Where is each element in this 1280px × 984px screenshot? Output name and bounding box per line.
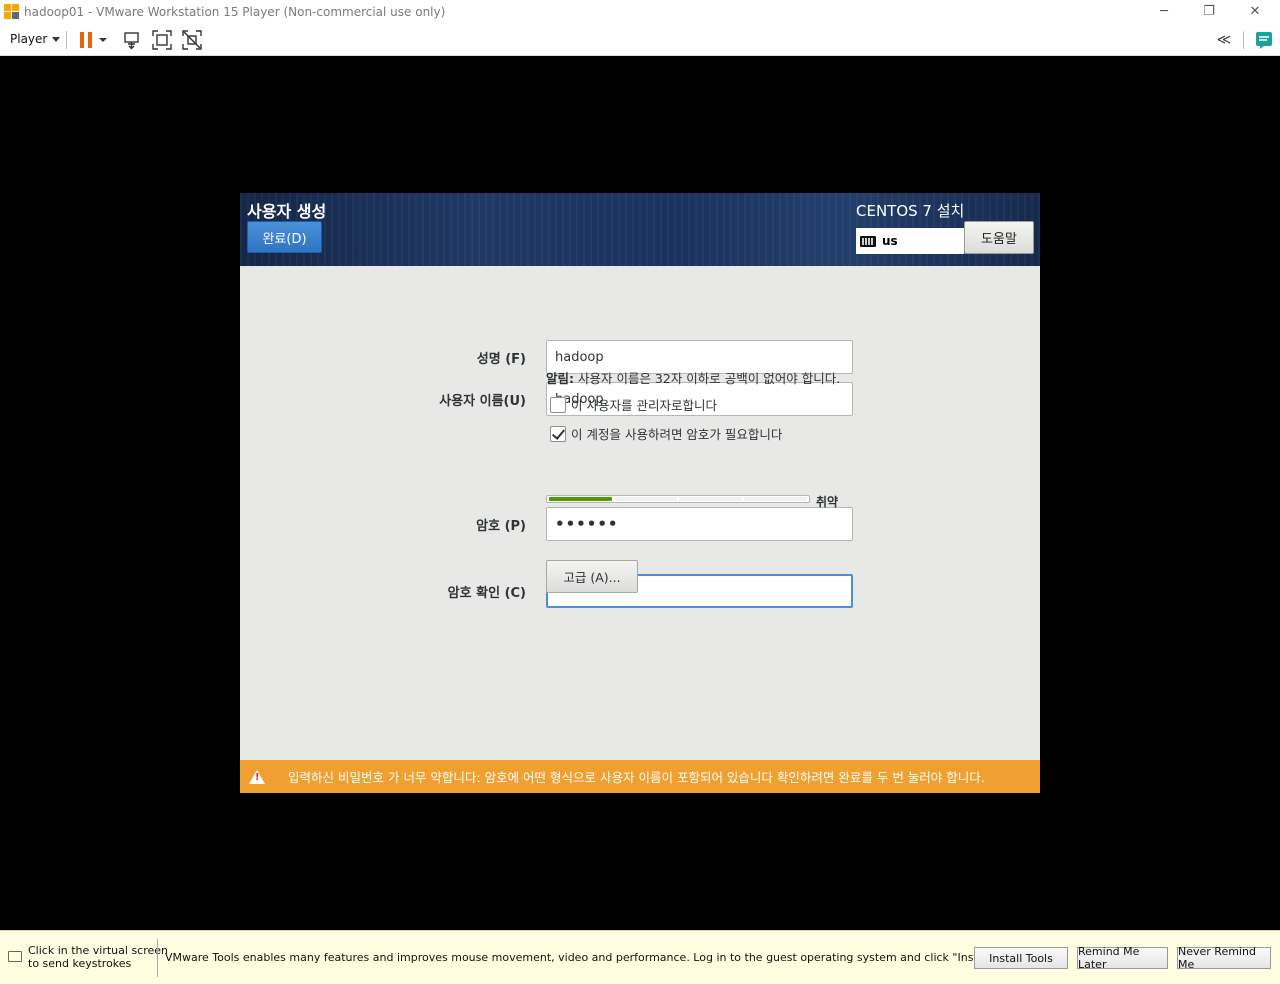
admin-checkbox-row[interactable]: 이 사용자를 관리자로합니다 bbox=[550, 395, 717, 414]
window-title: hadoop01 - VMware Workstation 15 Player … bbox=[24, 4, 446, 19]
remind-later-button[interactable]: Remind Me Later bbox=[1077, 945, 1168, 971]
admin-checkbox[interactable] bbox=[550, 396, 566, 413]
collapse-icon[interactable]: ≪ bbox=[1213, 29, 1235, 51]
restore-button[interactable]: ❐ bbox=[1186, 0, 1232, 23]
require-password-checkbox[interactable] bbox=[550, 425, 566, 442]
username-label: 사용자 이름(U) bbox=[439, 394, 526, 409]
pause-icon[interactable] bbox=[75, 29, 97, 51]
toolbar: Player ≪ bbox=[0, 23, 1280, 56]
hint-prefix: 알림: bbox=[546, 371, 574, 386]
toolbar-divider bbox=[66, 31, 67, 49]
keystroke-hint: Click in the virtual screen to send keys… bbox=[28, 944, 168, 970]
hint-text: 사용자 이름은 32자 이하로 공백이 없어야 합니다. bbox=[574, 371, 841, 386]
page-title: 사용자 생성 bbox=[247, 202, 327, 221]
confirm-password-label: 암호 확인 (C) bbox=[447, 586, 526, 601]
chevron-down-icon bbox=[52, 36, 61, 42]
virtual-machine-screen[interactable]: 사용자 생성 완료(D) CENTOS 7 설치 us 도움말 성명 (F) h… bbox=[0, 56, 1280, 930]
password-value: •••••• bbox=[555, 515, 619, 533]
keyboard-layout-label: us bbox=[882, 234, 898, 248]
strength-segment bbox=[549, 497, 612, 501]
password-strength-bar bbox=[546, 495, 810, 503]
keystroke-hint-line2: to send keystrokes bbox=[28, 957, 132, 970]
strength-segment bbox=[744, 497, 807, 501]
password-field[interactable]: •••••• bbox=[546, 507, 853, 541]
vmware-tools-message: VMware Tools enables many features and i… bbox=[165, 951, 1030, 964]
installer-window: 사용자 생성 완료(D) CENTOS 7 설치 us 도움말 성명 (F) h… bbox=[240, 193, 1040, 793]
product-title: CENTOS 7 설치 bbox=[856, 202, 965, 220]
admin-checkbox-label: 이 사용자를 관리자로합니다 bbox=[571, 398, 717, 413]
message-icon[interactable] bbox=[1253, 29, 1275, 51]
player-menu-label: Player bbox=[10, 32, 48, 46]
help-button[interactable]: 도움말 bbox=[964, 221, 1034, 254]
fullscreen-icon[interactable] bbox=[151, 29, 173, 51]
keystroke-hint-line1: Click in the virtual screen bbox=[28, 944, 169, 957]
player-menu[interactable]: Player bbox=[6, 29, 64, 49]
close-button[interactable]: ✕ bbox=[1232, 0, 1278, 23]
warning-icon bbox=[249, 769, 265, 784]
install-tools-button[interactable]: Install Tools bbox=[974, 947, 1068, 969]
title-bar: hadoop01 - VMware Workstation 15 Player … bbox=[0, 0, 1280, 23]
warning-bar[interactable]: 입력하신 비밀번호 가 너무 약합니다: 암호에 어떤 형식으로 사용자 이름이… bbox=[240, 760, 1040, 793]
done-button[interactable]: 완료(D) bbox=[247, 221, 322, 253]
minimize-button[interactable]: ─ bbox=[1141, 0, 1187, 23]
warning-text: 입력하신 비밀번호 가 너무 약합니다: 암호에 어떤 형식으로 사용자 이름이… bbox=[288, 770, 985, 785]
vmware-logo-icon bbox=[4, 3, 20, 20]
fullname-label: 성명 (F) bbox=[476, 352, 526, 367]
send-ctrl-alt-del-icon[interactable] bbox=[121, 29, 143, 51]
advanced-button[interactable]: 고급 (A)... bbox=[546, 560, 638, 593]
require-password-checkbox-label: 이 계정을 사용하려면 암호가 필요합니다 bbox=[571, 427, 783, 442]
fullname-value: hadoop bbox=[555, 349, 604, 365]
strength-segment bbox=[614, 497, 677, 501]
divider bbox=[157, 939, 158, 977]
keyboard-icon bbox=[8, 951, 22, 962]
toolbar-divider bbox=[1243, 31, 1244, 49]
installer-header: 사용자 생성 완료(D) CENTOS 7 설치 us 도움말 bbox=[240, 193, 1040, 266]
username-hint: 알림: 사용자 이름은 32자 이하로 공백이 없어야 합니다. bbox=[546, 368, 840, 387]
unity-icon[interactable] bbox=[181, 29, 203, 51]
pause-dropdown-chevron-icon[interactable] bbox=[96, 29, 110, 51]
password-label: 암호 (P) bbox=[476, 519, 526, 534]
never-remind-button[interactable]: Never Remind Me bbox=[1177, 945, 1271, 971]
require-password-checkbox-row[interactable]: 이 계정을 사용하려면 암호가 필요합니다 bbox=[550, 424, 782, 443]
password-strength-label: 취약 bbox=[816, 495, 839, 509]
vmware-tools-bar: Click in the virtual screen to send keys… bbox=[0, 930, 1280, 984]
keyboard-layout-indicator[interactable]: us bbox=[856, 228, 964, 254]
keyboard-icon bbox=[860, 235, 876, 247]
strength-segment bbox=[679, 497, 742, 501]
